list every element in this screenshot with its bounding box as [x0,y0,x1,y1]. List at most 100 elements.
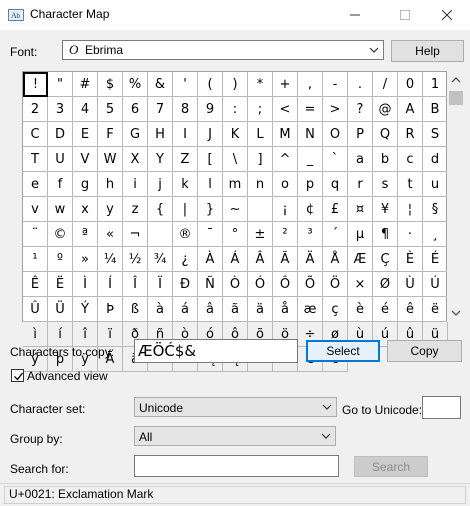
character-cell[interactable]: v [23,197,48,222]
character-cell[interactable]: C [23,122,48,147]
character-cell[interactable]: ª [73,222,98,247]
character-cell[interactable]: ¢ [298,197,323,222]
character-cell[interactable]: Õ [298,272,323,297]
character-cell[interactable]: l [198,172,223,197]
character-cell[interactable]: _ [298,147,323,172]
character-cell[interactable]: 3 [48,97,73,122]
character-cell[interactable]: [ [198,147,223,172]
character-cell[interactable]: í [48,322,73,347]
character-cell[interactable]: p [298,172,323,197]
character-cell[interactable]: ê [398,297,423,322]
character-cell[interactable]: a [348,147,373,172]
character-cell[interactable]: ß [123,297,148,322]
character-cell[interactable]: ï [98,322,123,347]
character-cell[interactable]: Í [98,272,123,297]
character-cell[interactable]: m [223,172,248,197]
character-cell[interactable]: 0 [398,72,423,97]
character-cell[interactable]: « [98,222,123,247]
character-cell[interactable]: t [398,172,423,197]
character-cell[interactable]: ~ [223,197,248,222]
character-cell[interactable]: 9 [198,97,223,122]
character-cell[interactable]: R [398,122,423,147]
character-cell[interactable]: o [273,172,298,197]
character-cell[interactable]: ¨ [23,222,48,247]
character-cell[interactable]: é [373,297,398,322]
character-cell[interactable]: w [48,197,73,222]
character-cell[interactable]: 1 [423,72,448,97]
character-cell[interactable]: S [423,122,448,147]
grid-scrollbar[interactable] [447,71,465,322]
character-cell[interactable]: £ [323,197,348,222]
character-cell[interactable]: 5 [98,97,123,122]
character-cell[interactable]: º [48,247,73,272]
character-cell[interactable]: 7 [148,97,173,122]
character-cell[interactable]: ( [198,72,223,97]
character-cell[interactable]: s [373,172,398,197]
character-cell[interactable]: G [123,122,148,147]
character-cell[interactable]: µ [348,222,373,247]
character-cell[interactable]: 2 [23,97,48,122]
character-cell[interactable]: ° [223,222,248,247]
character-cell[interactable]: Ç [373,247,398,272]
character-cell[interactable]: e [23,172,48,197]
character-cell[interactable]: ' [173,72,198,97]
character-cell[interactable]: ¿ [173,247,198,272]
character-cell[interactable]: Ñ [198,272,223,297]
character-cell[interactable]: © [48,222,73,247]
character-cell[interactable]: W [98,147,123,172]
character-cell[interactable]: = [298,97,323,122]
character-cell[interactable]: O [323,122,348,147]
character-cell[interactable]: > [323,97,348,122]
character-cell[interactable]: Ø [373,272,398,297]
character-cell[interactable]: b [373,147,398,172]
character-cell[interactable]: Ò [223,272,248,297]
character-cell[interactable]: P [348,122,373,147]
character-cell[interactable]: h [98,172,123,197]
character-cell[interactable]: Î [123,272,148,297]
maximize-button[interactable] [382,0,428,30]
character-cell[interactable]: · [398,222,423,247]
character-cell[interactable]: $ [98,72,123,97]
character-cell[interactable]: Å [323,247,348,272]
character-cell[interactable]: ´ [323,222,348,247]
character-cell[interactable]: \ [223,147,248,172]
character-cell[interactable]: Ë [48,272,73,297]
character-cell[interactable]: B [423,97,448,122]
go-to-unicode-field[interactable] [422,396,461,419]
font-dropdown[interactable]: O Ebrima [62,40,384,60]
character-cell[interactable]: È [398,247,423,272]
character-cell[interactable]: } [198,197,223,222]
character-cell[interactable]: I [173,122,198,147]
character-cell[interactable]: Ì [73,272,98,297]
character-cell[interactable]: L [248,122,273,147]
character-cell[interactable]: ] [248,147,273,172]
character-cell[interactable]: 4 [73,97,98,122]
character-cell[interactable]: c [398,147,423,172]
character-cell[interactable]: Ä [298,247,323,272]
character-cell[interactable]: i [123,172,148,197]
copy-button[interactable]: Copy [387,340,462,362]
character-cell[interactable]: ¸ [423,222,448,247]
character-set-dropdown[interactable]: Unicode [134,397,337,417]
character-cell[interactable]: y [98,197,123,222]
characters-to-copy-field[interactable]: ÆÖĆ$& [134,339,298,363]
character-cell[interactable]: î [73,322,98,347]
minimize-button[interactable] [332,0,378,30]
character-cell[interactable]: § [423,197,448,222]
character-cell[interactable]: ¥ [373,197,398,222]
character-cell[interactable]: , [298,72,323,97]
character-cell[interactable]: z [123,197,148,222]
character-cell[interactable]: ! [23,72,48,97]
advanced-view-checkbox[interactable] [11,369,24,382]
character-cell[interactable]: < [273,97,298,122]
character-cell[interactable]: á [173,297,198,322]
character-cell[interactable]: g [73,172,98,197]
character-cell[interactable]: ) [223,72,248,97]
character-cell[interactable]: M [273,122,298,147]
group-by-dropdown[interactable]: All [134,426,336,446]
character-cell[interactable]: à [148,297,173,322]
character-cell[interactable]: Ý [73,297,98,322]
character-cell[interactable]: â [198,297,223,322]
character-cell[interactable]: E [73,122,98,147]
character-cell[interactable]: Ó [248,272,273,297]
